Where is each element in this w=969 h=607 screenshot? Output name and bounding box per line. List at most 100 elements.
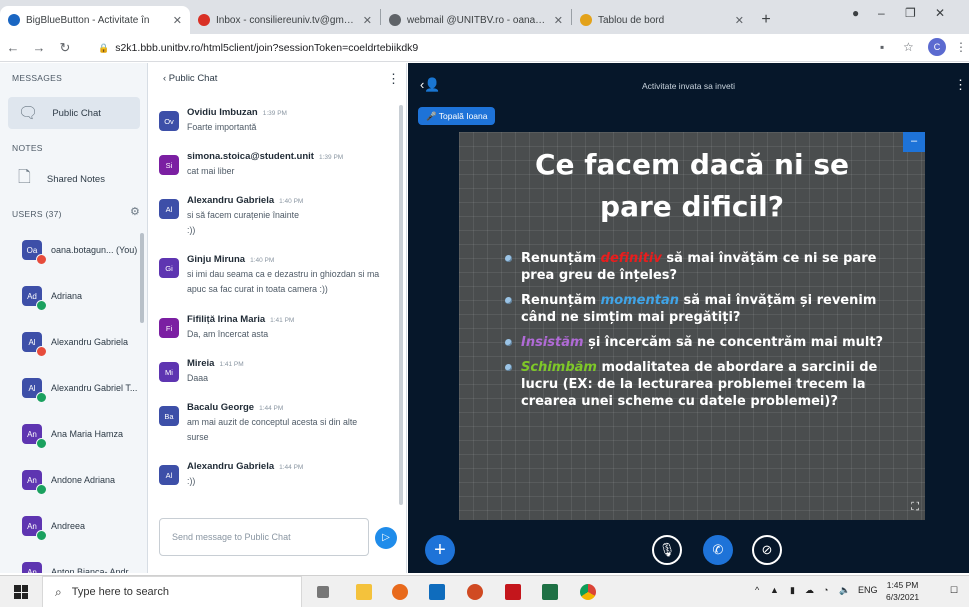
outlook-icon[interactable]: [429, 584, 445, 600]
chat-message: Fi Fifiliță Irina Maria 1:41 PM Da, am înce…: [159, 314, 399, 342]
notifications-icon[interactable]: ☐: [950, 585, 958, 596]
sender-name-text: simona.stoica@student.unit: [187, 151, 314, 162]
chrome-menu-icon[interactable]: ⋮: [955, 40, 967, 54]
taskbar-search-box[interactable]: ⌕ Type here to search: [42, 576, 302, 607]
network-icon[interactable]: ▲: [770, 585, 779, 595]
file-explorer-icon[interactable]: [356, 584, 372, 600]
user-list-item[interactable]: Al Alexandru Gabriel T...: [0, 365, 140, 411]
presentation-area: ‹👤 Activitate invata sa inveti ⋮ 🎤 Topal…: [408, 63, 969, 573]
tab-tablou-de-bord[interactable]: Tablou de bord ✕: [572, 6, 752, 34]
meeting-title: Activitate invata sa inveti: [641, 81, 736, 91]
fullscreen-icon[interactable]: ⛶: [911, 501, 919, 514]
extension-icon[interactable]: ▪: [880, 40, 884, 54]
onedrive-icon[interactable]: ☁: [805, 585, 814, 596]
url-bar[interactable]: 🔒 s2k1.bbb.unitbv.ro/html5client/join?se…: [92, 38, 882, 58]
restore-icon[interactable]: ❐: [905, 6, 916, 20]
sender-name: simona.stoica@student.unit 1:39 PM: [187, 151, 399, 162]
bullet-text-after: și încercăm să ne concentrăm mai mult?: [583, 335, 884, 350]
minimize-icon[interactable]: –: [878, 6, 885, 20]
reload-icon[interactable]: ↻: [52, 40, 78, 56]
tab-inbox[interactable]: Inbox - consiliereuniv.tv@gmail.c ✕: [190, 6, 380, 34]
tab-bigbluebutton[interactable]: BigBlueButton - Activitate în ✕: [0, 6, 190, 34]
users-header: USERS (37): [12, 209, 62, 219]
moodle-favicon-icon: [580, 14, 592, 26]
volume-icon[interactable]: 🔈: [839, 585, 850, 596]
close-tab-icon[interactable]: ✕: [363, 14, 372, 27]
user-list-item[interactable]: An Ana Maria Hamza: [0, 411, 140, 457]
profile-avatar[interactable]: C: [928, 38, 946, 56]
user-list-scrollbar[interactable]: [140, 233, 144, 323]
tab-webmail[interactable]: webmail @UNITBV.ro - oana.bot ✕: [381, 6, 571, 34]
shared-notes-item[interactable]: 🗋 Shared Notes: [8, 163, 140, 195]
audio-status-icon: [36, 346, 47, 357]
slide-bullet: Insistăm și încercăm să ne concentrăm ma…: [505, 334, 905, 351]
actions-plus-button[interactable]: +: [425, 535, 455, 565]
avatar: Oa: [22, 240, 47, 265]
slide-title: Ce facem dacă ni se pare dificil?: [459, 144, 925, 228]
chrome-icon[interactable]: [580, 584, 596, 600]
notes-icon: 🗋: [18, 168, 31, 186]
wifi-icon[interactable]: ◔: [823, 585, 828, 595]
tab-search-icon[interactable]: ●: [852, 6, 859, 20]
new-tab-button[interactable]: +: [752, 6, 780, 34]
user-list-item[interactable]: An Anton Bianca- Andr...: [0, 549, 140, 573]
user-list-item[interactable]: An Andreea: [0, 503, 140, 549]
show-hidden-icons[interactable]: ^: [755, 585, 759, 595]
message-time: 1:40 PM: [279, 198, 304, 205]
gear-icon[interactable]: ⚙: [130, 205, 140, 218]
sender-name: Alexandru Gabriela 1:44 PM: [187, 461, 399, 472]
chat-back-button[interactable]: ‹ Public Chat: [163, 73, 217, 84]
share-webcam-button[interactable]: ⊘: [752, 535, 782, 565]
close-tab-icon[interactable]: ✕: [173, 14, 182, 27]
clock-time: 1:45 PM: [886, 580, 919, 590]
browser-tab-bar: BigBlueButton - Activitate în ✕ Inbox - …: [0, 0, 969, 34]
avatar: Al: [159, 465, 179, 485]
sender-name-text: Ovidiu Imbuzan: [187, 107, 258, 118]
send-message-button[interactable]: ▷: [375, 527, 397, 549]
public-chat-item[interactable]: 🗨 Public Chat: [8, 97, 140, 129]
chat-message-input[interactable]: Send message to Public Chat: [159, 518, 369, 556]
unmute-microphone-button[interactable]: 🎙: [652, 535, 682, 565]
sender-name-text: Ginju Miruna: [187, 254, 246, 265]
leave-audio-button[interactable]: ✆: [703, 535, 733, 565]
windows-start-icon[interactable]: [14, 585, 28, 599]
bookmark-star-icon[interactable]: ☆: [903, 40, 914, 54]
avatar-initials: Al: [165, 470, 173, 480]
taskbar-clock[interactable]: 1:45 PM 6/3/2021: [886, 579, 919, 603]
chat-options-icon[interactable]: ⋮: [387, 71, 400, 87]
chat-scrollbar[interactable]: [399, 105, 403, 505]
options-menu-icon[interactable]: ⋮: [954, 77, 967, 93]
user-name: Adriana: [51, 291, 83, 301]
firefox-icon[interactable]: [392, 584, 408, 600]
close-tab-icon[interactable]: ✕: [554, 14, 563, 27]
sender-name-text: Alexandru Gabriela: [187, 461, 275, 472]
forward-icon[interactable]: →: [26, 40, 52, 55]
message-text: si imi dau seama ca e dezastru in ghiozd…: [187, 269, 380, 279]
task-view-icon[interactable]: [317, 586, 329, 598]
avatar: An: [22, 516, 47, 541]
message-body: Alexandru Gabriela 1:44 PM:)): [187, 461, 399, 489]
language-indicator[interactable]: ENG: [858, 585, 878, 595]
excel-icon[interactable]: [542, 584, 558, 600]
message-time: 1:44 PM: [259, 405, 284, 412]
message-body: Ginju Miruna 1:40 PM si imi dau seama ca e…: [187, 254, 399, 297]
avatar-initials: Fi: [165, 323, 173, 333]
user-list-item[interactable]: Ad Adriana: [0, 273, 140, 319]
battery-icon[interactable]: ▮: [790, 585, 795, 596]
user-list-item[interactable]: Al Alexandru Gabriela: [0, 319, 140, 365]
presenter-name: Topală Ioana: [438, 111, 488, 121]
powerpoint-icon[interactable]: [467, 584, 483, 600]
close-window-icon[interactable]: ✕: [935, 6, 945, 20]
close-tab-icon[interactable]: ✕: [735, 14, 744, 27]
presentation-slide: – Ce facem dacă ni se pare dificil? Renu…: [459, 132, 925, 520]
user-list-item[interactable]: An Andone Adriana: [0, 457, 140, 503]
sender-name-text: Bacalu George: [187, 402, 255, 413]
avatar-initials: Mi: [165, 367, 173, 377]
windows-taskbar: ⌕ Type here to search ^ ▲ ▮ ☁ ◔ 🔈 ENG 1:…: [0, 575, 969, 607]
user-list-item[interactable]: Oa oana.botagun... (You): [0, 227, 140, 273]
acrobat-icon[interactable]: [505, 584, 521, 600]
user-name: Andreea: [51, 521, 86, 531]
back-icon[interactable]: ←: [0, 40, 26, 55]
message-body: Fifiliță Irina Maria 1:41 PM Da, am încerc…: [187, 314, 399, 342]
screen: BigBlueButton - Activitate în ✕ Inbox - …: [0, 0, 969, 607]
